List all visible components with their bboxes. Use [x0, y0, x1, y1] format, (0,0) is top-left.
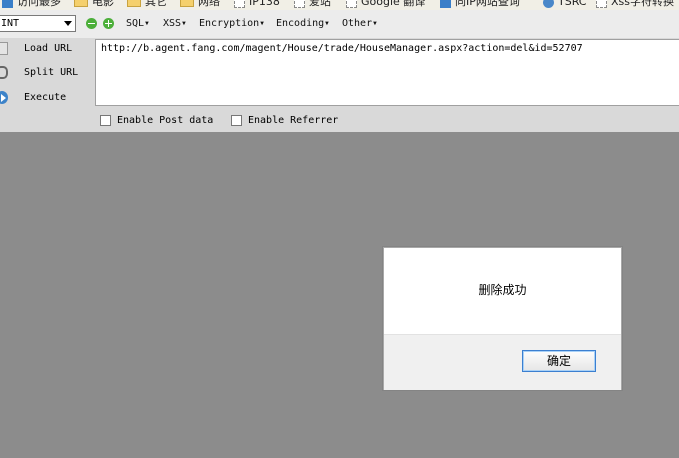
- url-textarea[interactable]: http://b.agent.fang.com/magent/House/tra…: [95, 39, 679, 106]
- load-icon: [0, 42, 8, 55]
- bookmark-label: Xss字符转换: [611, 0, 674, 8]
- referrer-checkbox[interactable]: [231, 115, 242, 126]
- bookmark-ip138[interactable]: IP138: [234, 0, 280, 10]
- bookmark-tsrc[interactable]: TSRC: [543, 0, 586, 10]
- increase-icon[interactable]: [103, 18, 114, 29]
- referrer-label: Enable Referrer: [248, 115, 339, 126]
- menu-label: Other: [342, 18, 373, 29]
- bookmark-folder-other[interactable]: 其它: [127, 0, 167, 10]
- page-icon: [294, 0, 305, 8]
- execute-label: Execute: [24, 92, 67, 103]
- menu-encoding[interactable]: Encoding▼: [276, 16, 329, 32]
- menu-encryption[interactable]: Encryption▼: [199, 16, 264, 32]
- bookmarks-toolbar: 访问最多 电影 其它 网络 IP138 爱站 Google 翻译 同IP网站查询…: [0, 0, 679, 10]
- bookmark-folder-network[interactable]: 网络: [180, 0, 220, 10]
- bookmark-label: 同IP网站查询: [455, 0, 520, 8]
- bookmark-folder-movies[interactable]: 电影: [74, 0, 114, 10]
- type-select[interactable]: INT: [0, 15, 76, 32]
- caret-down-icon: ▼: [373, 20, 377, 27]
- enable-referrer-option[interactable]: Enable Referrer: [231, 115, 338, 126]
- bookmark-label: 访问最多: [17, 0, 61, 8]
- load-url-label: Load URL: [24, 43, 73, 54]
- bookmark-label: Google 翻译: [361, 0, 426, 8]
- hackbar-panel: Load URL Split URL Execute http://b.agen…: [0, 38, 679, 132]
- page-icon: [234, 0, 245, 8]
- bookmark-label: 网络: [198, 0, 220, 8]
- dialog-message: 删除成功: [478, 283, 527, 297]
- post-data-label: Enable Post data: [117, 115, 214, 126]
- menu-sql[interactable]: SQL▼: [126, 16, 149, 32]
- options-row: Enable Post data Enable Referrer: [0, 112, 679, 132]
- bookmark-same-ip-lookup[interactable]: 同IP网站查询: [440, 0, 520, 10]
- caret-down-icon: ▼: [182, 20, 186, 27]
- folder-icon: [127, 0, 141, 7]
- alert-dialog: 删除成功 确定: [383, 247, 622, 390]
- split-url-button[interactable]: Split URL: [0, 62, 95, 84]
- page-icon: [596, 0, 607, 8]
- bookmark-label: 爱站: [309, 0, 331, 8]
- bookmark-label: 其它: [145, 0, 167, 8]
- play-icon: [0, 91, 8, 104]
- decrease-icon[interactable]: [86, 18, 97, 29]
- bookmark-label: TSRC: [558, 0, 587, 8]
- bookmark-aizhan[interactable]: 爱站: [294, 0, 331, 10]
- hackbar-toolbar: INT SQL▼ XSS▼ Encryption▼ Encoding▼ Othe…: [0, 10, 679, 39]
- caret-down-icon: ▼: [260, 20, 264, 27]
- execute-button[interactable]: Execute: [0, 87, 95, 109]
- menu-label: XSS: [163, 18, 182, 29]
- menu-label: SQL: [126, 18, 145, 29]
- type-select-value: INT: [1, 18, 20, 29]
- chart-icon: [2, 0, 13, 8]
- post-data-checkbox[interactable]: [100, 115, 111, 126]
- menu-label: Encoding: [276, 18, 325, 29]
- chevron-down-icon: [64, 21, 72, 26]
- globe-icon: [543, 0, 554, 8]
- menu-label: Encryption: [199, 18, 260, 29]
- chart-icon: [440, 0, 451, 8]
- folder-icon: [74, 0, 88, 7]
- split-url-label: Split URL: [24, 67, 79, 78]
- bookmark-xss-converter[interactable]: Xss字符转换: [596, 0, 674, 10]
- enable-post-option[interactable]: Enable Post data: [100, 115, 213, 126]
- bookmark-google-translate[interactable]: Google 翻译: [346, 0, 425, 10]
- load-url-button[interactable]: Load URL: [0, 38, 95, 60]
- caret-down-icon: ▼: [325, 20, 329, 27]
- bookmark-most-visited[interactable]: 访问最多: [2, 0, 61, 10]
- menu-xss[interactable]: XSS▼: [163, 16, 186, 32]
- folder-icon: [180, 0, 194, 7]
- page-icon: [346, 0, 357, 8]
- menu-other[interactable]: Other▼: [342, 16, 377, 32]
- dialog-footer: 确定: [384, 334, 621, 390]
- split-icon: [0, 66, 8, 79]
- bookmark-label: 电影: [92, 0, 114, 8]
- ok-button[interactable]: 确定: [522, 350, 596, 372]
- caret-down-icon: ▼: [145, 20, 149, 27]
- bookmark-label: IP138: [249, 0, 280, 8]
